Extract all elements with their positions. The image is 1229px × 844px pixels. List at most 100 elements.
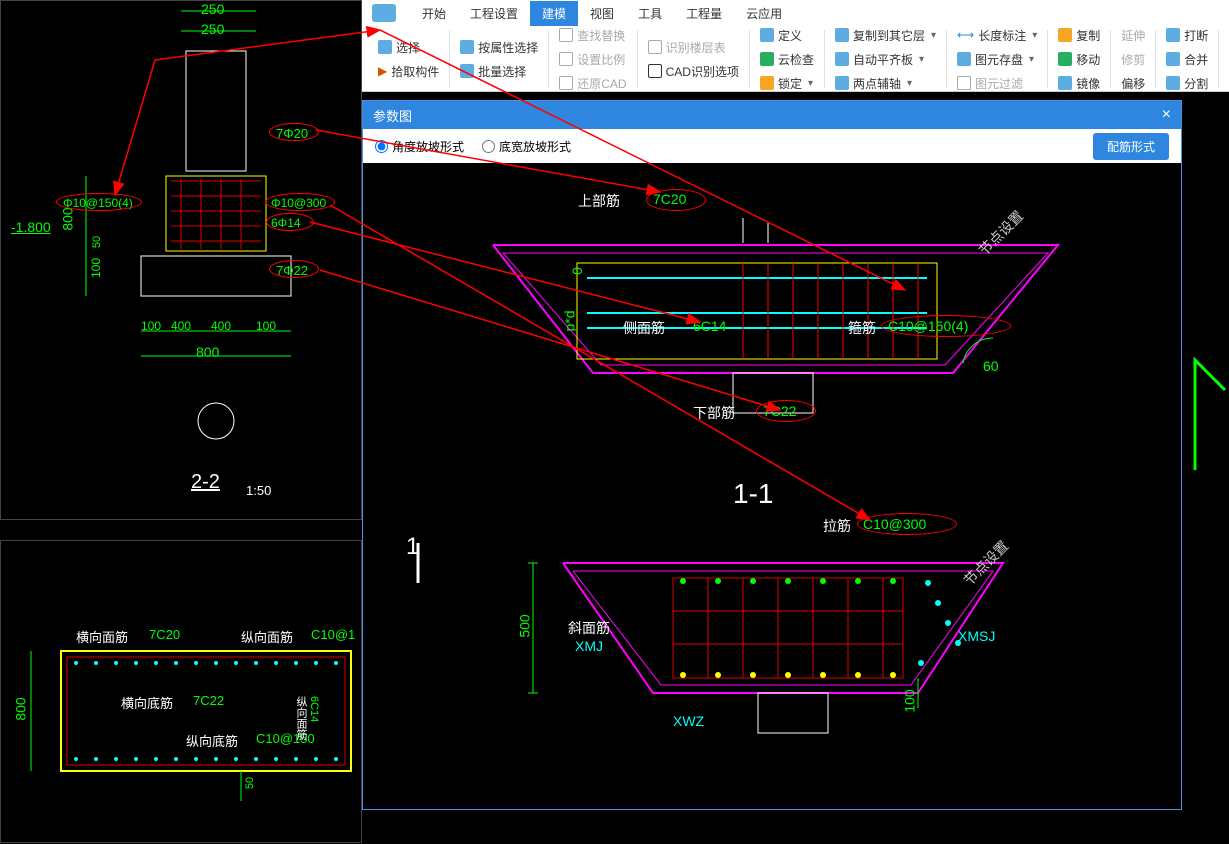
tab-quantity[interactable]: 工程量 [674,1,734,26]
ribbon-body: 选择 ▶拾取构件 按属性选择 批量选择 查找替换 设置比例 还原CAD 识别楼层… [362,26,1229,92]
dim-400b: 400 [211,319,231,333]
slant-rebar-code[interactable]: XMJ [575,638,603,654]
radio-width-slope[interactable]: 底宽放坡形式 [482,138,571,155]
stirrup-label: 箍筋 [848,318,876,338]
axis-icon [835,76,849,90]
select-button[interactable]: 选择 [374,37,443,58]
elem-store-button[interactable]: 图元存盘▾ [953,49,1041,70]
tab-project-settings[interactable]: 工程设置 [458,1,530,26]
dim-100v: 100 [89,258,103,278]
top-rebar-label: 上部筋 [578,191,620,211]
zero-label: 0 [569,267,585,275]
align-button[interactable]: 对齐▾ [1225,25,1229,46]
xmsj-code[interactable]: XMSJ [958,628,995,644]
bot-rebar-label: 下部筋 [693,403,735,423]
cad-recog-button[interactable]: CAD识别选项 [644,61,743,82]
break-button[interactable]: 打断 [1162,25,1212,46]
rebar-style-button[interactable]: 配筋形式 [1093,133,1169,160]
close-icon[interactable]: × [1162,106,1171,124]
node-setting-button-1[interactable]: 节点设置 [974,206,1028,260]
tab-start[interactable]: 开始 [410,1,458,26]
elev-label: -1.800 [11,219,51,235]
merge-icon [1166,52,1180,66]
left-cad-view-top[interactable]: 250 250 800 -1.800 50 100 Φ10@150(4) Φ10… [0,0,362,520]
app-icon[interactable] [372,4,396,22]
break-icon [1166,28,1180,42]
auto-align-button[interactable]: 自动平齐板▾ [831,49,940,70]
dim-400a: 400 [171,319,191,333]
v-top-label: 纵向面筋 [241,627,293,646]
pick-member-button[interactable]: ▶拾取构件 [374,61,443,82]
angle-value[interactable]: 60 [983,358,999,374]
node-setting-button-2[interactable]: 节点设置 [959,536,1013,590]
filter-icon [460,40,474,54]
tie-rebar-highlight [857,513,957,535]
panel-header: 参数图 × [363,101,1181,129]
move-button[interactable]: 移动 [1054,49,1104,70]
h-bot-label: 横向底筋 [121,693,173,712]
set-scale-button[interactable]: 设置比例 [555,49,630,70]
dim-50-lb: 50 [244,777,256,789]
tab-cloud[interactable]: 云应用 [734,1,794,26]
tab-tools[interactable]: 工具 [626,1,674,26]
elem-filter-button[interactable]: 图元过滤 [953,73,1041,94]
move-icon [1058,52,1072,66]
slant-rebar-label: 斜面筋 [568,618,610,638]
panel-canvas[interactable]: 上部筋 7C20 侧面筋 6C14 箍筋 C10@150(4) 60 p*d 0… [363,163,1181,809]
align-icon [835,52,849,66]
side-lb-label: 纵向面筋 [293,696,309,740]
restore-icon [559,76,573,90]
find-replace-button[interactable]: 查找替换 [555,25,630,46]
scale-label: 1:50 [246,483,271,498]
offset-button[interactable]: 偏移 [1117,73,1149,94]
delete-button[interactable]: ✖删除 [1225,49,1229,70]
cloud-icon [760,52,774,66]
cad-icon [648,64,662,78]
batch-icon [460,64,474,78]
tie-rebar-label: 拉筋 [823,516,851,536]
cloud-check-button[interactable]: 云检查 [756,49,818,70]
two-pt-axis-button[interactable]: 两点辅轴▾ [831,73,940,94]
len-dim-button[interactable]: ⟷长度标注▾ [953,25,1041,46]
tab-modeling[interactable]: 建模 [530,1,578,26]
batch-select-button[interactable]: 批量选择 [456,61,542,82]
attr-select-button[interactable]: 按属性选择 [456,37,542,58]
radio-angle-slope[interactable]: 角度放坡形式 [375,138,464,155]
stirrup-highlight [881,315,1011,337]
tab-view[interactable]: 视图 [578,1,626,26]
section-1-1-title: 1-1 [733,478,773,510]
side-rebar-value[interactable]: 6C14 [693,318,726,334]
mirror-icon [1058,76,1072,90]
dim-100a: 100 [141,319,161,333]
restore-cad-button[interactable]: 还原CAD [555,73,630,94]
merge-button[interactable]: 合并 [1162,49,1212,70]
ribbon: 开始 工程设置 建模 视图 工具 工程量 云应用 选择 ▶拾取构件 按属性选择 … [362,0,1229,92]
dim-800-lb: 800 [13,697,29,720]
d7phi20-highlight [269,123,319,141]
lock-icon [760,76,774,90]
define-button[interactable]: 定义 [756,25,818,46]
copy-to-layer-button[interactable]: 复制到其它层▾ [831,25,940,46]
h-bot-value: 7C22 [193,693,224,708]
scale-icon [559,52,573,66]
dim-50: 50 [91,236,103,248]
xwz-code[interactable]: XWZ [673,713,704,729]
h-top-label: 横向面筋 [76,627,128,646]
lock-button[interactable]: 锁定▾ [756,73,818,94]
recog-floor-button[interactable]: 识别楼层表 [644,37,743,58]
pxd-label: p*d [562,310,578,331]
ribbon-tab-strip: 开始 工程设置 建模 视图 工具 工程量 云应用 [362,0,1229,26]
panel-title: 参数图 [373,106,412,125]
extend-button[interactable]: 延伸 [1117,25,1149,46]
rotate-button[interactable]: 旋转 [1225,73,1229,94]
dim-250a: 250 [201,1,224,17]
dim-100b: 100 [256,319,276,333]
copy-icon [1058,28,1072,42]
funnel-icon [957,76,971,90]
copy-button[interactable]: 复制 [1054,25,1104,46]
v-bot-label: 纵向底筋 [186,731,238,750]
left-cad-view-bottom[interactable]: 800 横向面筋 7C20 纵向面筋 C10@1 横向底筋 7C22 纵向底筋 … [0,540,362,843]
mirror-button[interactable]: 镜像 [1054,73,1104,94]
trim-button[interactable]: 修剪 [1117,49,1149,70]
split-button[interactable]: 分割 [1162,73,1212,94]
